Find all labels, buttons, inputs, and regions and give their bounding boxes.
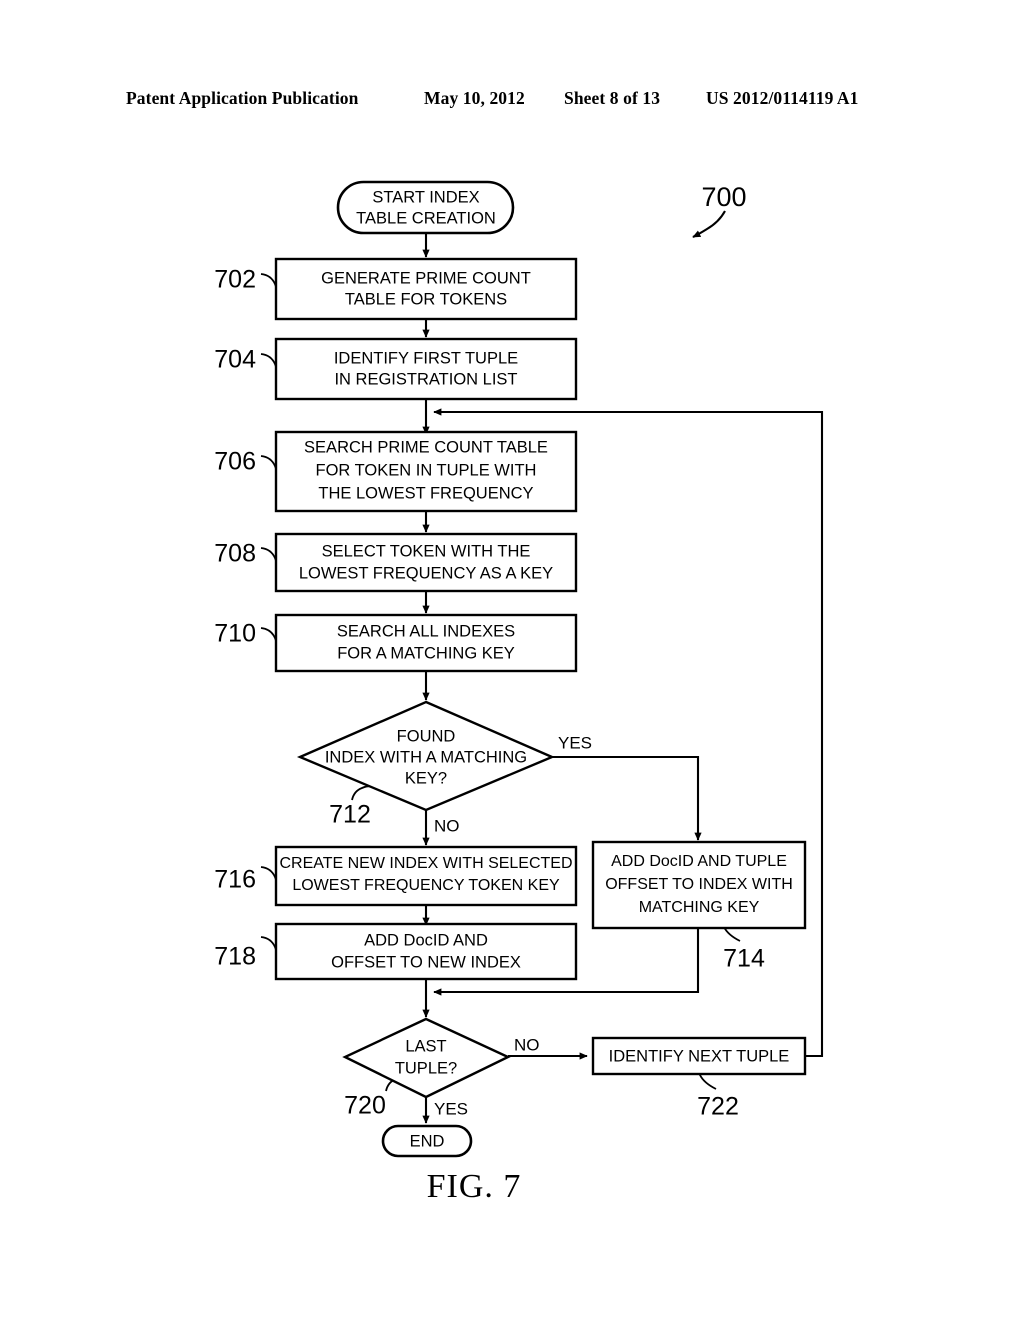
node-710-label-line1: SEARCH ALL INDEXES <box>337 622 515 640</box>
node-714-label-line1: ADD DocID AND TUPLE <box>611 853 787 870</box>
node-714-label-line2: OFFSET TO INDEX WITH <box>605 876 793 893</box>
node-702-shape <box>274 257 578 321</box>
node-722-label-line1: IDENTIFY NEXT TUPLE <box>609 1047 790 1065</box>
node-710-search-all-indexes: SEARCH ALL INDEXES FOR A MATCHING KEY 71… <box>214 613 578 673</box>
node-708-label-line2: LOWEST FREQUENCY AS A KEY <box>299 564 553 582</box>
ref-number-716: 716 <box>214 866 256 894</box>
node-720-shape <box>342 1017 511 1099</box>
ref-number-704: 704 <box>214 346 256 374</box>
node-702-label-line1: GENERATE PRIME COUNT <box>321 269 531 287</box>
ref-number-710: 710 <box>214 620 256 648</box>
node-706-search-prime-count-table: SEARCH PRIME COUNT TABLE FOR TOKEN IN TU… <box>214 430 578 513</box>
flowchart-figure-7: START INDEX TABLE CREATION GENERATE PRIM… <box>214 180 824 1158</box>
node-706-label-line3: THE LOWEST FREQUENCY <box>318 484 533 502</box>
ref-number-702: 702 <box>214 266 256 294</box>
figure-caption-number: 7 <box>503 1168 522 1205</box>
start-label-line2: TABLE CREATION <box>356 209 496 227</box>
node-716-label-line2: LOWEST FREQUENCY TOKEN KEY <box>292 877 560 894</box>
node-712-label-line3: KEY? <box>405 769 447 787</box>
end-label: END <box>410 1132 445 1150</box>
node-704-label-line1: IDENTIFY FIRST TUPLE <box>334 349 518 367</box>
node-702-generate-prime-count-table: GENERATE PRIME COUNT TABLE FOR TOKENS 70… <box>214 257 578 321</box>
branch-label-720-yes: YES <box>434 1099 468 1118</box>
node-718-label-line2: OFFSET TO NEW INDEX <box>331 953 521 971</box>
branch-label-712-no: NO <box>434 816 460 835</box>
ref-number-700: 700 <box>701 182 746 212</box>
leader-712 <box>351 785 375 801</box>
node-708-label-line1: SELECT TOKEN WITH THE <box>322 542 531 560</box>
ref-number-718: 718 <box>214 943 256 971</box>
node-704-shape <box>274 337 578 401</box>
ref-number-706: 706 <box>214 448 256 476</box>
ref-number-714: 714 <box>723 945 765 973</box>
node-718-add-docid-new-index: ADD DocID AND OFFSET TO NEW INDEX 718 <box>214 922 578 981</box>
ref-number-708: 708 <box>214 540 256 568</box>
node-714-label-line3: MATCHING KEY <box>639 899 760 916</box>
figure-caption: FIG. 7 <box>0 1168 1024 1206</box>
node-716-create-new-index: CREATE NEW INDEX WITH SELECTED LOWEST FR… <box>214 845 578 907</box>
node-704-label-line2: IN REGISTRATION LIST <box>334 370 517 388</box>
node-712-found-index-decision: FOUND INDEX WITH A MATCHING KEY? 712 YES… <box>296 700 592 835</box>
node-712-label-line2: INDEX WITH A MATCHING <box>325 748 527 766</box>
node-712-label-line1: FOUND <box>397 727 456 745</box>
leader-700-arrow <box>692 210 726 238</box>
node-708-select-token-as-key: SELECT TOKEN WITH THE LOWEST FREQUENCY A… <box>214 532 578 593</box>
start-label-line1: START INDEX <box>372 188 479 206</box>
ref-number-712: 712 <box>329 801 371 829</box>
node-710-label-line2: FOR A MATCHING KEY <box>337 644 515 662</box>
node-716-label-line1: CREATE NEW INDEX WITH SELECTED <box>279 855 572 872</box>
node-702-label-line2: TABLE FOR TOKENS <box>345 290 507 308</box>
node-720-last-tuple-decision: LAST TUPLE? 720 NO YES <box>342 1017 540 1120</box>
node-706-label-line2: FOR TOKEN IN TUPLE WITH <box>316 461 537 479</box>
node-704-identify-first-tuple: IDENTIFY FIRST TUPLE IN REGISTRATION LIS… <box>214 337 578 401</box>
node-718-label-line1: ADD DocID AND <box>364 931 488 949</box>
node-end: END <box>381 1124 473 1158</box>
node-706-label-line1: SEARCH PRIME COUNT TABLE <box>304 438 548 456</box>
node-722-identify-next-tuple: IDENTIFY NEXT TUPLE 722 <box>591 1036 807 1121</box>
node-720-label-line1: LAST <box>405 1037 446 1055</box>
node-720-label-line2: TUPLE? <box>395 1059 457 1077</box>
branch-label-712-yes: YES <box>558 733 592 752</box>
connector-712-yes-to-714 <box>552 755 702 841</box>
figure-caption-prefix: FIG. <box>426 1168 494 1205</box>
ref-number-722: 722 <box>697 1093 739 1121</box>
ref-number-720: 720 <box>344 1092 386 1120</box>
branch-label-720-no: NO <box>514 1035 540 1054</box>
node-start-index-table-creation: START INDEX TABLE CREATION <box>336 180 515 235</box>
